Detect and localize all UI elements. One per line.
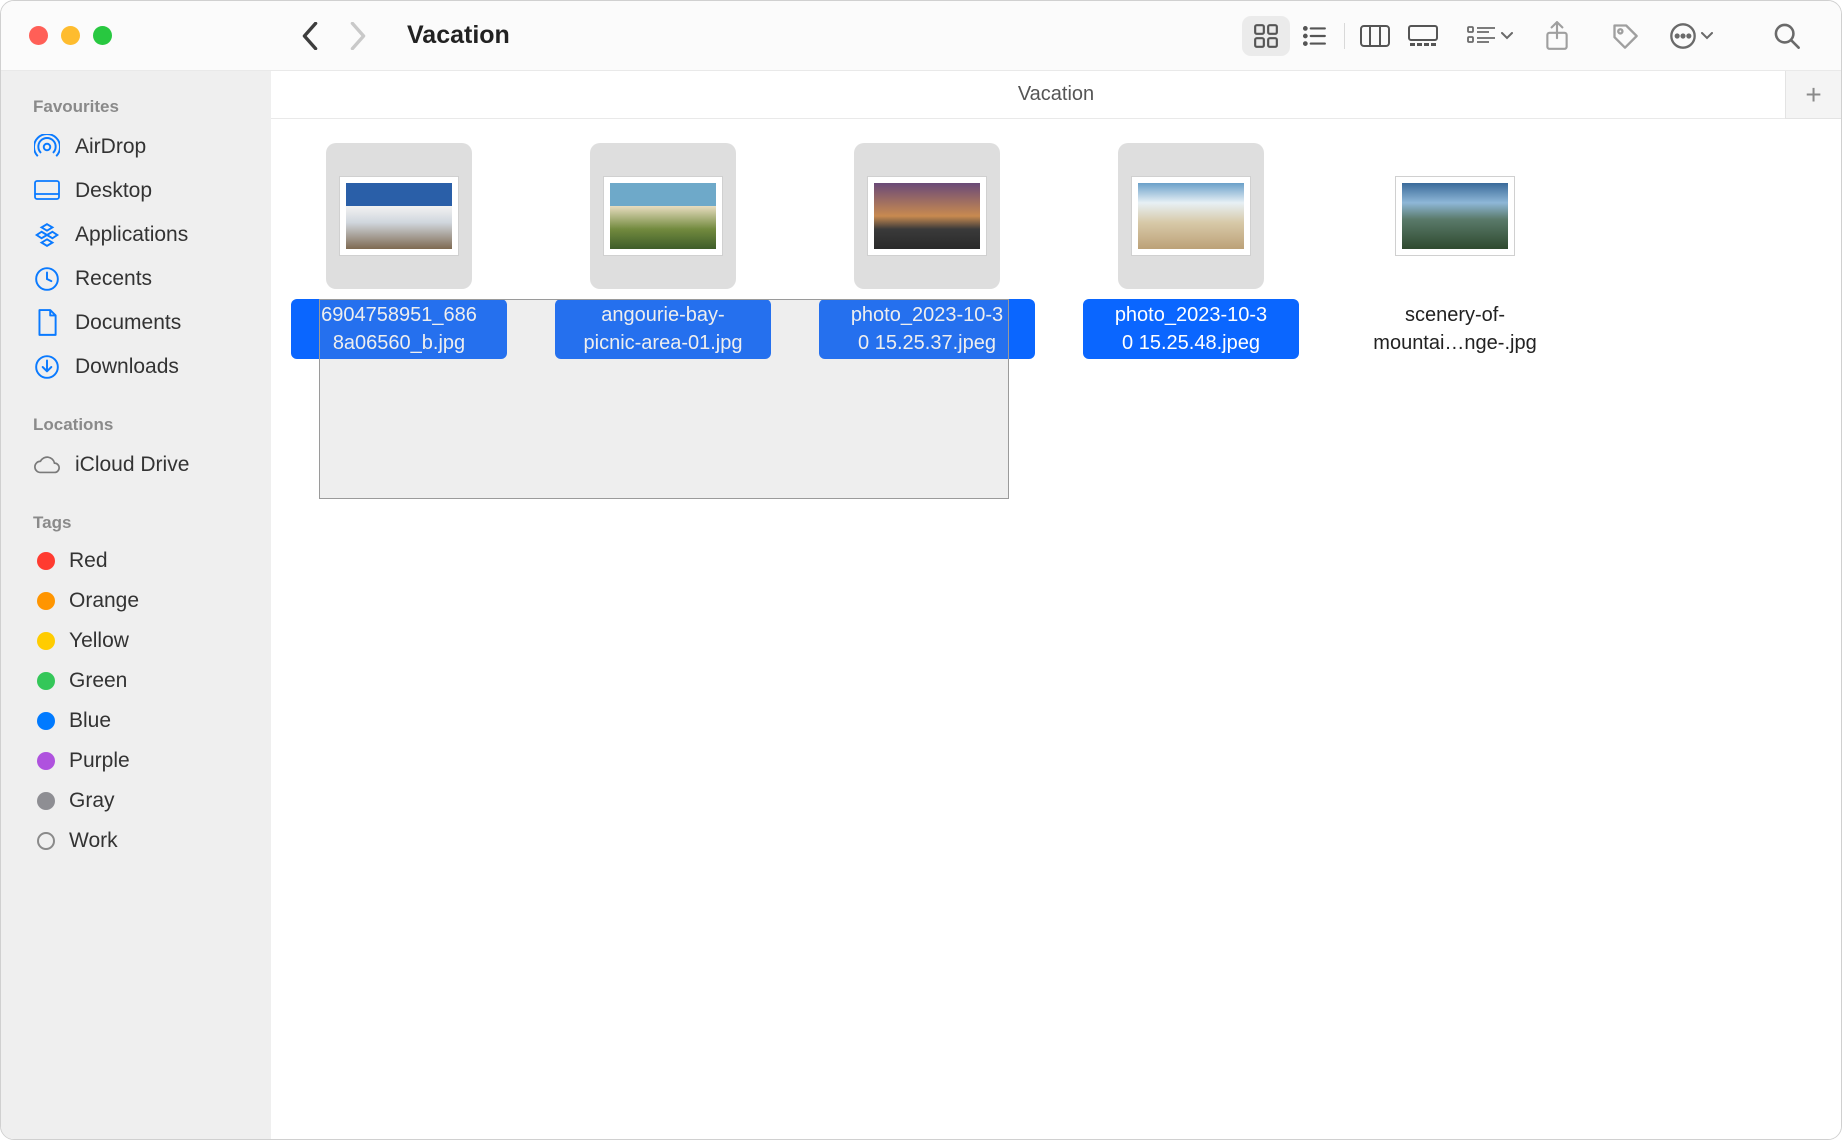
sidebar-item-label: iCloud Drive	[75, 453, 189, 477]
toolbar	[1242, 16, 1841, 56]
file-item[interactable]: photo_2023-10-30 15.25.48.jpeg	[1083, 143, 1299, 359]
tag-dot-icon	[37, 712, 55, 730]
folder-title: Vacation	[407, 21, 510, 50]
recents-icon	[33, 265, 61, 293]
minimize-window-button[interactable]	[61, 26, 80, 45]
documents-icon	[33, 309, 61, 337]
sidebar-section-locations: Locations	[1, 409, 271, 443]
file-label: photo_2023-10-30 15.25.48.jpeg	[1083, 299, 1299, 359]
sidebar-tag-purple[interactable]: Purple	[1, 741, 271, 781]
tag-label: Purple	[69, 749, 130, 773]
sidebar-tag-work[interactable]: Work	[1, 821, 271, 861]
tag-dot-icon	[37, 672, 55, 690]
file-label: photo_2023-10-30 15.25.37.jpeg	[819, 299, 1035, 359]
tag-label: Gray	[69, 789, 115, 813]
sidebar-item-label: Recents	[75, 267, 152, 291]
tag-dot-icon	[37, 552, 55, 570]
sidebar-item-recents[interactable]: Recents	[1, 257, 271, 301]
file-label: angourie-bay-picnic-area-01.jpg	[555, 299, 771, 359]
gallery-view-button[interactable]	[1399, 16, 1447, 56]
sidebar-tag-orange[interactable]: Orange	[1, 581, 271, 621]
chevron-down-icon	[1701, 32, 1713, 40]
sidebar-section-tags: Tags	[1, 507, 271, 541]
tag-label: Blue	[69, 709, 111, 733]
forward-button[interactable]	[349, 22, 367, 50]
file-item[interactable]: photo_2023-10-30 15.25.37.jpeg	[819, 143, 1035, 359]
file-thumbnail	[326, 143, 472, 289]
sidebar-tag-green[interactable]: Green	[1, 661, 271, 701]
close-window-button[interactable]	[29, 26, 48, 45]
file-thumbnail	[854, 143, 1000, 289]
sidebar-item-label: Documents	[75, 311, 181, 335]
sidebar-section-favourites: Favourites	[1, 91, 271, 125]
window-body: Favourites AirDrop Desktop Applications …	[1, 71, 1841, 1139]
main-area: Vacation + 6904758951_6868a06560_b.jpg a…	[271, 71, 1841, 1139]
tag-label: Green	[69, 669, 127, 693]
tag-label: Orange	[69, 589, 139, 613]
sidebar-tag-blue[interactable]: Blue	[1, 701, 271, 741]
sidebar-item-icloud[interactable]: iCloud Drive	[1, 443, 271, 487]
desktop-icon	[33, 177, 61, 205]
tag-label: Red	[69, 549, 108, 573]
sidebar-item-label: Downloads	[75, 355, 179, 379]
file-item[interactable]: angourie-bay-picnic-area-01.jpg	[555, 143, 771, 359]
sidebar-tag-red[interactable]: Red	[1, 541, 271, 581]
tag-dot-icon	[37, 792, 55, 810]
file-thumbnail	[1382, 143, 1528, 289]
back-button[interactable]	[301, 22, 319, 50]
sidebar-item-desktop[interactable]: Desktop	[1, 169, 271, 213]
nav-controls: Vacation	[271, 21, 510, 50]
tag-dot-icon	[37, 752, 55, 770]
tag-button[interactable]	[1601, 16, 1649, 56]
sidebar-item-label: AirDrop	[75, 135, 146, 159]
tag-label: Yellow	[69, 629, 129, 653]
file-thumbnail	[1118, 143, 1264, 289]
sidebar-tag-gray[interactable]: Gray	[1, 781, 271, 821]
tag-label: Work	[69, 829, 118, 853]
sidebar-item-applications[interactable]: Applications	[1, 213, 271, 257]
search-button[interactable]	[1763, 16, 1811, 56]
file-item[interactable]: scenery-of-mountai…nge-.jpg	[1347, 143, 1563, 359]
fullscreen-window-button[interactable]	[93, 26, 112, 45]
sidebar-item-downloads[interactable]: Downloads	[1, 345, 271, 389]
chevron-down-icon	[1501, 32, 1513, 40]
list-view-button[interactable]	[1290, 16, 1338, 56]
downloads-icon	[33, 353, 61, 381]
airdrop-icon	[33, 133, 61, 161]
sidebar-item-airdrop[interactable]: AirDrop	[1, 125, 271, 169]
tab-label[interactable]: Vacation	[1018, 83, 1094, 106]
finder-window: Vacation	[0, 0, 1842, 1140]
tag-dot-icon	[37, 592, 55, 610]
titlebar: Vacation	[1, 1, 1841, 71]
file-label: scenery-of-mountai…nge-.jpg	[1347, 299, 1563, 359]
file-grid[interactable]: 6904758951_6868a06560_b.jpg angourie-bay…	[271, 119, 1841, 1139]
file-label: 6904758951_6868a06560_b.jpg	[291, 299, 507, 359]
tag-dot-icon	[37, 632, 55, 650]
icon-view-button[interactable]	[1242, 16, 1290, 56]
sidebar-item-label: Desktop	[75, 179, 152, 203]
sidebar-tag-yellow[interactable]: Yellow	[1, 621, 271, 661]
icloud-icon	[33, 451, 61, 479]
tag-dot-icon	[37, 832, 55, 850]
file-item[interactable]: 6904758951_6868a06560_b.jpg	[291, 143, 507, 359]
action-menu-button[interactable]	[1669, 22, 1713, 50]
sidebar-item-label: Applications	[75, 223, 188, 247]
column-view-button[interactable]	[1351, 16, 1399, 56]
view-switcher	[1242, 16, 1447, 56]
sidebar: Favourites AirDrop Desktop Applications …	[1, 71, 271, 1139]
tab-bar: Vacation +	[271, 71, 1841, 119]
file-thumbnail	[590, 143, 736, 289]
separator	[1344, 23, 1345, 49]
new-tab-button[interactable]: +	[1785, 71, 1841, 119]
share-button[interactable]	[1533, 16, 1581, 56]
sidebar-item-documents[interactable]: Documents	[1, 301, 271, 345]
group-by-button[interactable]	[1467, 25, 1513, 47]
applications-icon	[33, 221, 61, 249]
window-controls	[1, 26, 271, 45]
